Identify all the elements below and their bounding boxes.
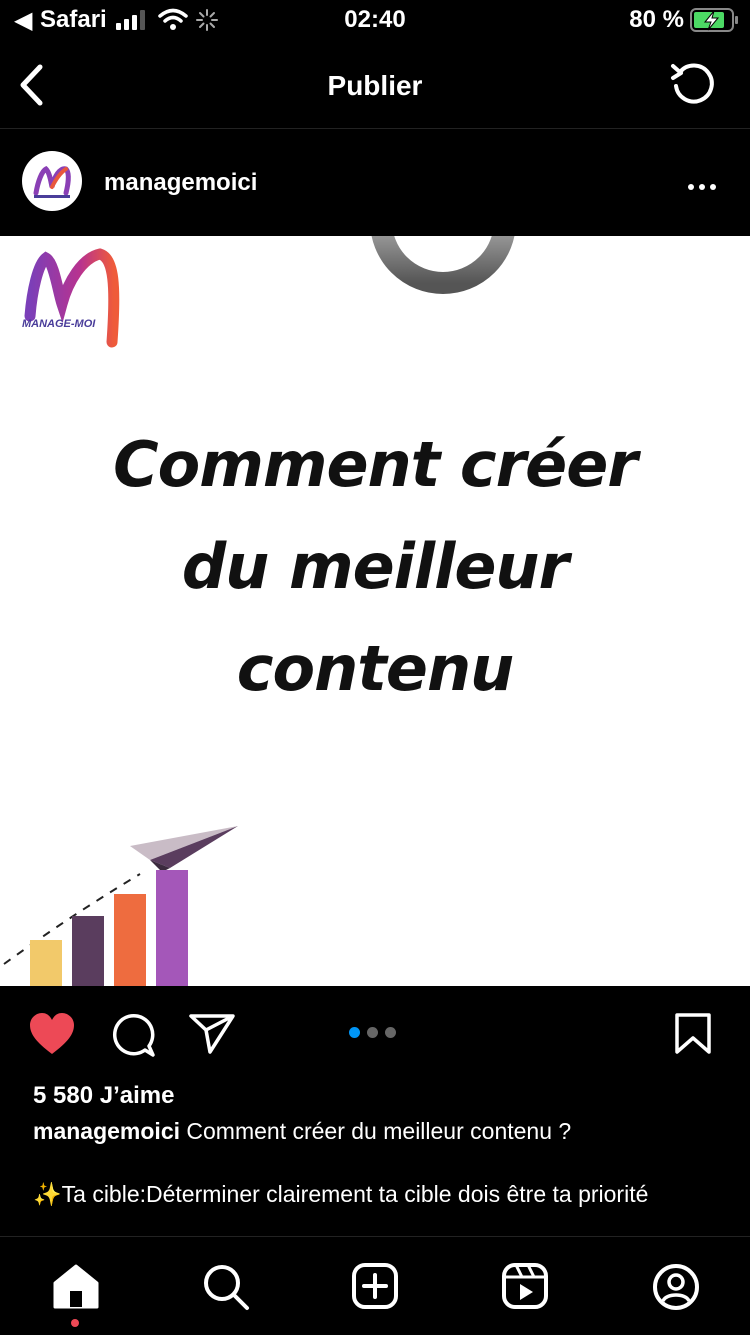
post-actions	[0, 986, 750, 1076]
post-image[interactable]: MANAGE-MOI Comment créer du meilleur con…	[0, 236, 750, 986]
post-headline: Comment créer du meilleur contenu	[0, 414, 750, 720]
carousel-dot	[367, 1027, 378, 1038]
brand-logo-text: MANAGE-MOI	[22, 318, 96, 330]
post-username[interactable]: managemoici	[104, 169, 257, 197]
profile-icon[interactable]	[652, 1263, 700, 1311]
headline-line-1: Comment créer	[113, 428, 638, 501]
brand-logo-avatar-icon	[33, 165, 71, 198]
battery-percent: 80 %	[629, 6, 684, 33]
battery-charging-icon	[690, 8, 738, 32]
notification-dot	[71, 1319, 79, 1327]
caption-text: Comment créer du meilleur contenu ?	[186, 1118, 572, 1144]
chart-bar-1	[30, 940, 62, 986]
post-caption: managemoici Comment créer du meilleur co…	[33, 1116, 723, 1146]
brand-logo-icon	[24, 248, 120, 348]
caption-tip: ✨Ta cible:Déterminer clairement ta cible…	[33, 1181, 649, 1207]
refresh-icon[interactable]	[670, 60, 718, 108]
headline-line-3: contenu	[236, 632, 514, 705]
bottom-tab-bar	[0, 1236, 750, 1335]
bookmark-icon[interactable]	[674, 1012, 712, 1056]
chart-bar-2	[72, 916, 104, 986]
likes-count[interactable]: 5 580 J’aime	[33, 1082, 174, 1110]
status-bar: ◀ Safari 02:40 80 %	[0, 0, 750, 40]
share-send-icon[interactable]	[188, 1012, 236, 1056]
chart-bar-4	[156, 870, 188, 986]
header: Publier	[0, 40, 750, 129]
search-icon[interactable]	[202, 1263, 250, 1311]
headline-line-2: du meilleur	[181, 530, 569, 603]
avatar[interactable]	[22, 151, 82, 211]
growth-chart-illustration	[3, 826, 238, 986]
comment-icon[interactable]	[110, 1012, 156, 1058]
carousel-dot	[385, 1027, 396, 1038]
post-header: managemoici	[0, 129, 750, 235]
carousel-dot-active	[349, 1027, 360, 1038]
home-icon[interactable]	[52, 1263, 100, 1309]
more-options-icon[interactable]	[688, 177, 721, 195]
chart-bar-3	[114, 894, 146, 986]
decorative-ring-icon	[371, 236, 515, 294]
caption-username[interactable]: managemoici	[33, 1118, 180, 1144]
reels-icon[interactable]	[502, 1263, 548, 1309]
carousel-indicator	[349, 1025, 396, 1043]
like-heart-icon[interactable]	[28, 1012, 76, 1056]
new-post-icon[interactable]	[352, 1263, 398, 1309]
page-title: Publier	[327, 70, 423, 101]
